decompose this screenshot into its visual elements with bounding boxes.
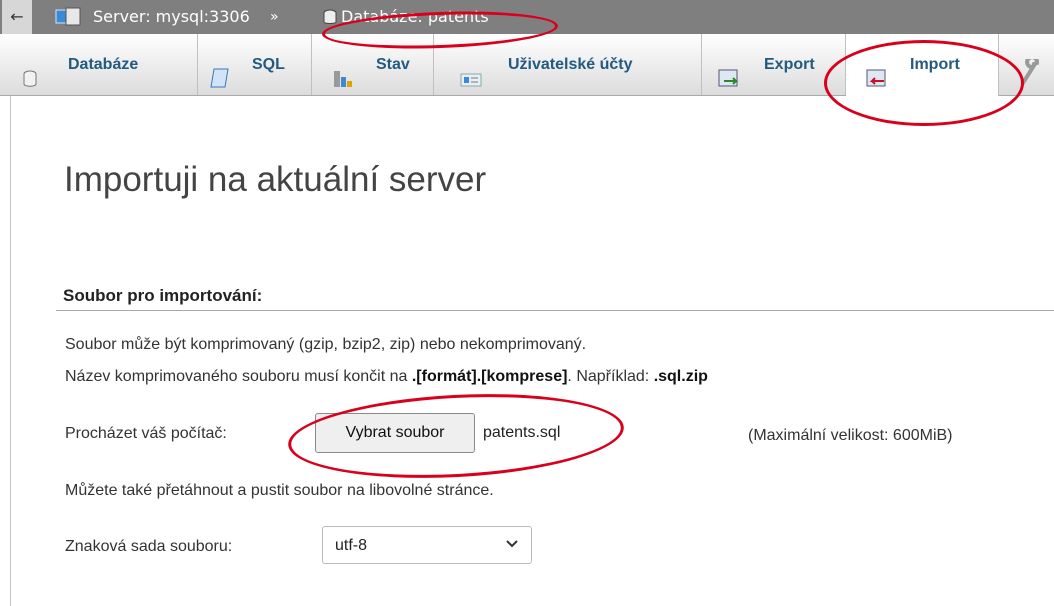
filename-hint: Název komprimovaného souboru musí končit…	[65, 368, 708, 386]
tab-label: Export	[764, 56, 815, 73]
max-size-label: (Maximální velikost: 600MiB)	[748, 427, 953, 444]
content-left-border	[10, 96, 11, 606]
sql-icon	[210, 54, 232, 115]
tab-status[interactable]: Stav	[312, 34, 434, 95]
back-arrow-icon[interactable]: ←	[2, 0, 32, 34]
breadcrumb: ← Server: mysql:3306 » Databáze: patents	[0, 0, 1054, 34]
charset-value: utf-8	[335, 537, 368, 554]
section-divider	[56, 310, 1054, 311]
tab-label: Stav	[376, 56, 410, 73]
database-icon	[323, 0, 337, 34]
choose-file-button[interactable]: Vybrat soubor	[315, 413, 475, 453]
tab-import[interactable]: Import	[846, 34, 999, 96]
status-icon	[332, 54, 354, 115]
tab-label: Import	[910, 56, 960, 73]
server-icon	[52, 0, 86, 34]
wrench-icon	[1017, 50, 1040, 111]
chosen-file-name: patents.sql	[483, 424, 561, 441]
breadcrumb-separator: »	[270, 9, 279, 25]
import-icon	[866, 54, 888, 115]
breadcrumb-server-link[interactable]: Server: mysql:3306	[93, 0, 250, 34]
charset-label: Znaková sada souboru:	[65, 538, 233, 555]
file-section-title: Soubor pro importování:	[63, 286, 263, 305]
tab-label: Databáze	[68, 56, 139, 73]
tab-databases[interactable]: Databáze	[22, 34, 198, 95]
database-icon	[22, 54, 42, 115]
user-accounts-icon	[460, 54, 482, 115]
main-tabs: Databáze SQL Stav Uživatelské účty Expor…	[0, 34, 1054, 96]
compression-hint: Soubor může být komprimovaný (gzip, bzip…	[65, 336, 587, 353]
tab-settings[interactable]	[999, 34, 1054, 95]
filename-format: .[formát].[komprese]	[411, 368, 568, 385]
tab-sql[interactable]: SQL	[198, 34, 312, 95]
example-prefix: . Například:	[567, 368, 650, 385]
tab-label: Uživatelské účty	[508, 56, 633, 73]
tab-user-accounts[interactable]: Uživatelské účty	[434, 34, 702, 95]
chevron-down-icon	[505, 536, 519, 553]
page-title: Importuji na aktuální server	[64, 160, 487, 199]
filename-hint-text: Název komprimovaného souboru musí končit…	[65, 368, 408, 385]
breadcrumb-database-link[interactable]: Databáze: patents	[341, 0, 489, 34]
tab-label: SQL	[252, 56, 285, 73]
charset-select[interactable]: utf-8	[322, 526, 532, 564]
export-icon	[718, 54, 740, 115]
example-filename: .sql.zip	[653, 368, 708, 385]
tab-export[interactable]: Export	[702, 34, 846, 95]
drag-drop-hint: Můžete také přetáhnout a pustit soubor n…	[65, 482, 494, 499]
browse-label: Procházet váš počítač:	[65, 425, 227, 442]
